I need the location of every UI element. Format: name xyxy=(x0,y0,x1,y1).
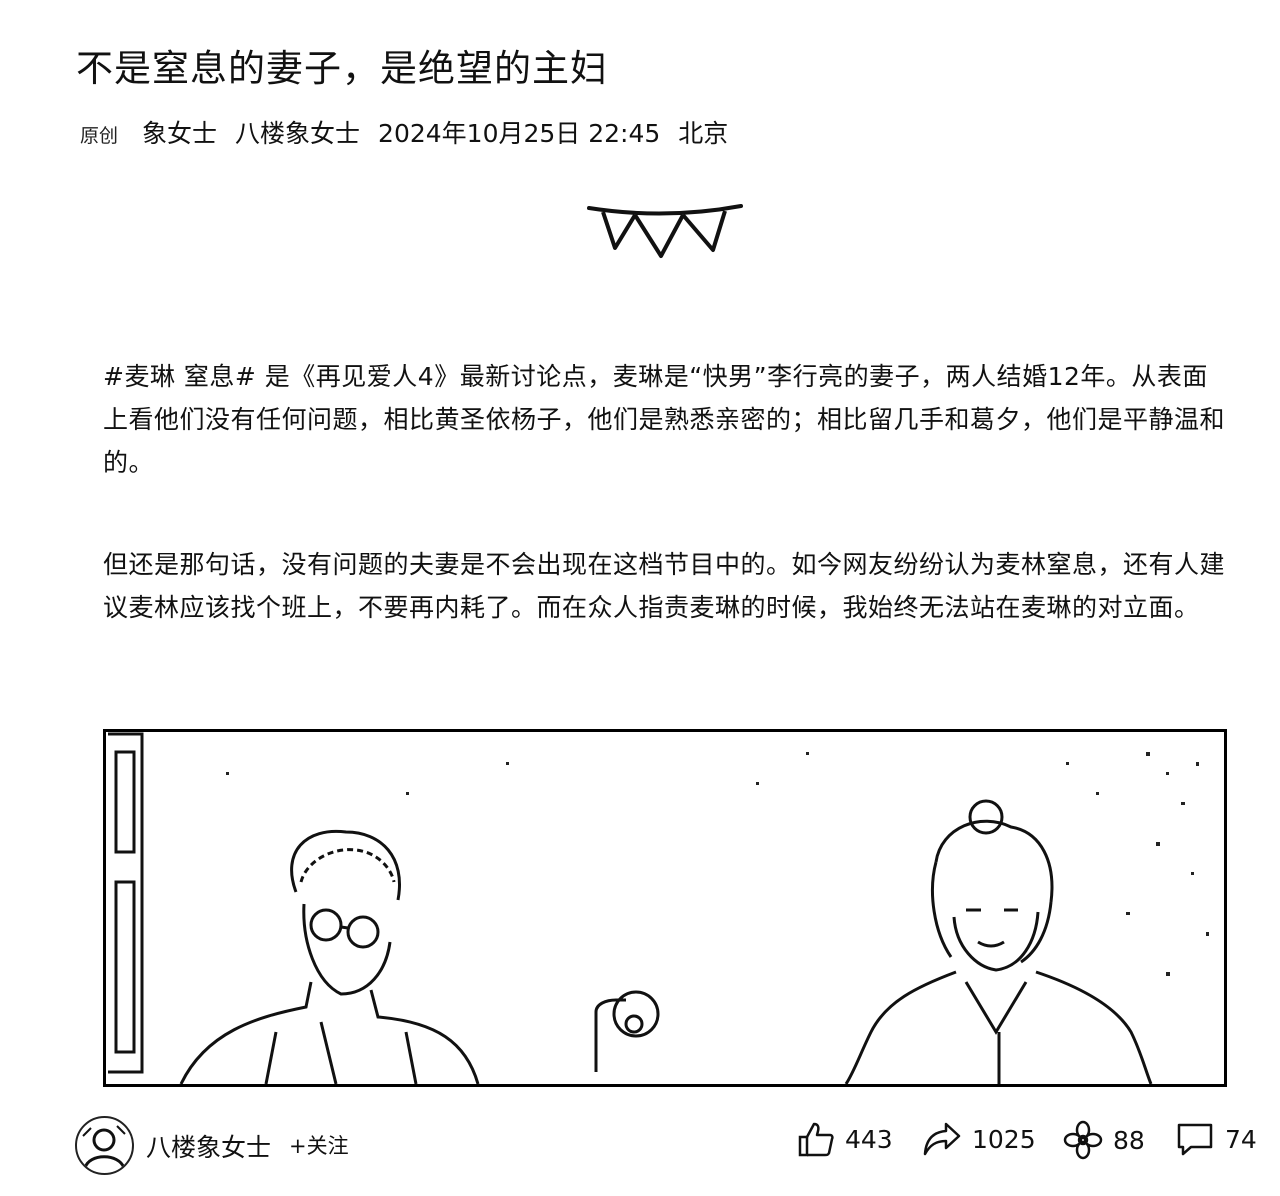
recommend-button[interactable]: 88 xyxy=(1063,1120,1145,1160)
like-button[interactable]: 443 xyxy=(797,1120,893,1158)
flower-icon xyxy=(1063,1120,1103,1160)
publish-date: 2024年10月25日 22:45 xyxy=(378,119,661,148)
share-button[interactable]: 1025 xyxy=(922,1120,1036,1158)
comment-bubble-icon xyxy=(1177,1123,1213,1156)
comment-count: 74 xyxy=(1225,1124,1257,1154)
footer-account-name[interactable]: 八楼象女士 xyxy=(146,1128,271,1164)
like-count: 443 xyxy=(845,1124,893,1154)
article-photo xyxy=(103,729,1227,1087)
comment-button[interactable]: 74 xyxy=(1175,1120,1257,1158)
share-count: 1025 xyxy=(972,1124,1036,1154)
follow-button[interactable]: +关注 xyxy=(289,1130,349,1160)
article-meta: 原创 象女士 八楼象女士 2024年10月25日 22:45 北京 xyxy=(80,114,746,150)
article-title: 不是窒息的妻子，是绝望的主妇 xyxy=(76,47,608,90)
thumbs-up-icon xyxy=(798,1122,834,1157)
article-paragraph: 但还是那句话，没有问题的夫妻是不会出现在这档节目中的。如今网友纷纷认为麦林窒息，… xyxy=(103,550,1226,622)
article-paragraph: #麦琳 窒息# 是《再见爱人4》最新讨论点，麦琳是“快男”李行亮的妻子，两人结婚… xyxy=(103,362,1226,477)
author-name: 象女士 xyxy=(142,119,218,148)
original-badge: 原创 xyxy=(80,125,119,147)
account-link[interactable]: 八楼象女士 xyxy=(235,114,360,150)
recommend-count: 88 xyxy=(1113,1125,1145,1155)
article-footer: 八楼象女士 +关注 443 1025 88 74 xyxy=(0,1112,1280,1175)
avatar[interactable] xyxy=(75,1116,134,1175)
share-arrow-icon xyxy=(923,1122,961,1156)
bunting-flag-icon xyxy=(587,204,743,258)
publish-location: 北京 xyxy=(678,119,729,148)
